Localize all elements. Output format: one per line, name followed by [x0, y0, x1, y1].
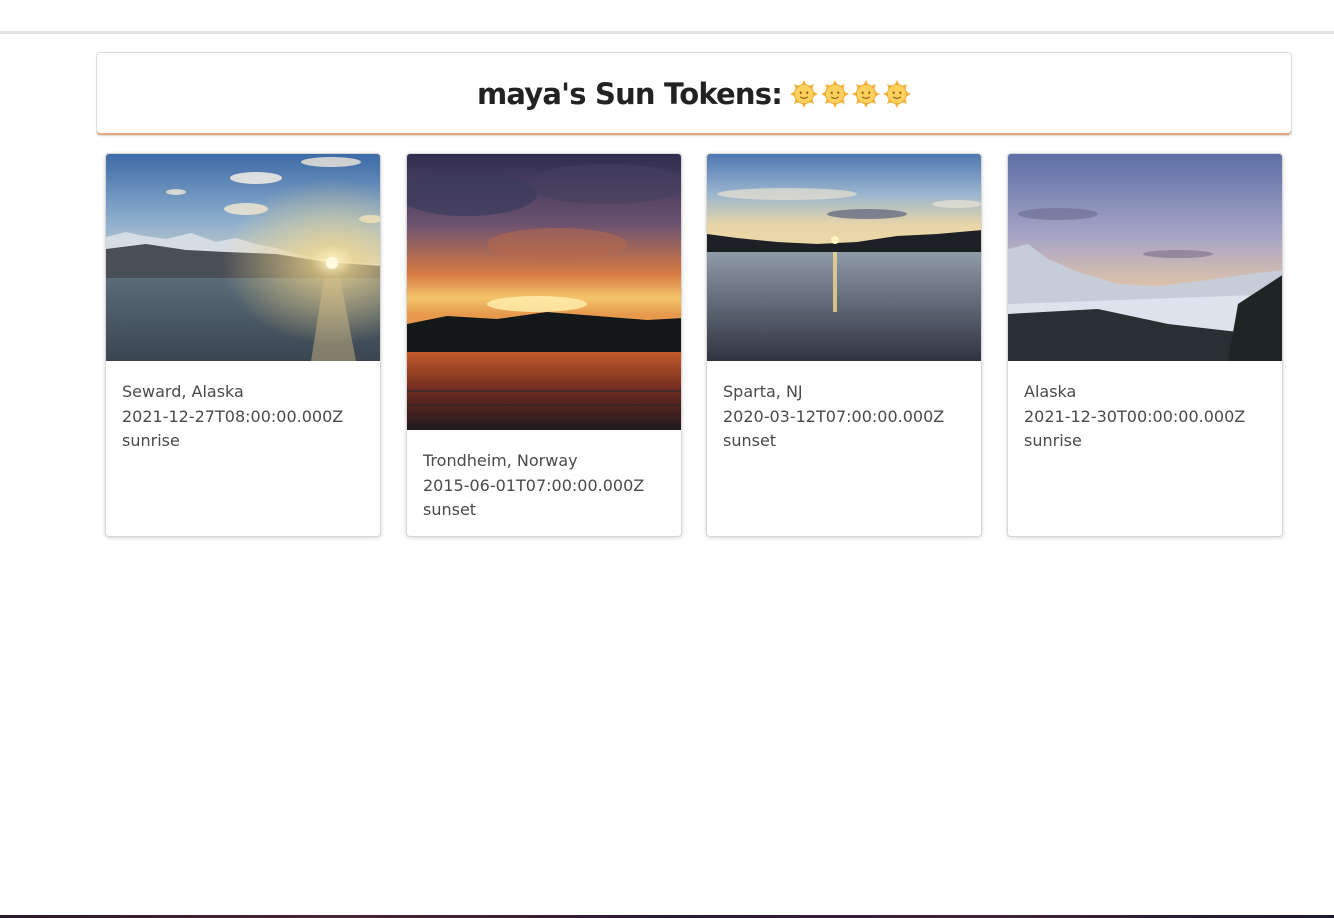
- card-date: 2015-06-01T07:00:00.000Z: [423, 475, 645, 495]
- sunrise-photo: [1008, 154, 1282, 361]
- card-details: Alaska 2021-12-30T00:00:00.000Z sunrise: [1008, 361, 1282, 454]
- sun-token-list: [790, 80, 911, 108]
- sunset-photo: [407, 154, 681, 430]
- card-details: Trondheim, Norway 2015-06-01T07:00:00.00…: [407, 430, 681, 523]
- sun-tokens-header: maya's Sun Tokens:: [96, 52, 1292, 136]
- card-location: Sparta, NJ: [723, 382, 803, 401]
- sunset-photo: [707, 154, 981, 361]
- sun-face-icon: [821, 80, 849, 108]
- page-title-text: maya's Sun Tokens:: [476, 77, 783, 111]
- page-title: maya's Sun Tokens:: [477, 77, 911, 111]
- sun-face-icon: [852, 80, 880, 108]
- card-location: Trondheim, Norway: [423, 451, 578, 470]
- card-date: 2021-12-27T08:00:00.000Z: [122, 406, 344, 426]
- sun-token-card[interactable]: Seward, Alaska 2021-12-27T08:00:00.000Z …: [105, 153, 381, 537]
- top-nav-bar: [0, 0, 1334, 34]
- card-type: sunset: [423, 500, 477, 519]
- card-details: Seward, Alaska 2021-12-27T08:00:00.000Z …: [106, 361, 380, 454]
- card-details: Sparta, NJ 2020-03-12T07:00:00.000Z suns…: [707, 361, 981, 454]
- card-location: Alaska: [1024, 382, 1077, 401]
- sun-token-card[interactable]: Sparta, NJ 2020-03-12T07:00:00.000Z suns…: [706, 153, 982, 537]
- card-location: Seward, Alaska: [122, 382, 244, 401]
- sun-face-icon: [790, 80, 818, 108]
- sunrise-photo: [106, 154, 380, 361]
- sun-token-card[interactable]: Trondheim, Norway 2015-06-01T07:00:00.00…: [406, 153, 682, 537]
- sun-token-card[interactable]: Alaska 2021-12-30T00:00:00.000Z sunrise: [1007, 153, 1283, 537]
- card-type: sunrise: [1024, 431, 1082, 450]
- card-type: sunset: [723, 431, 777, 450]
- card-date: 2020-03-12T07:00:00.000Z: [723, 406, 945, 426]
- card-date: 2021-12-30T00:00:00.000Z: [1024, 406, 1246, 426]
- sun-face-icon: [883, 80, 911, 108]
- card-type: sunrise: [122, 431, 180, 450]
